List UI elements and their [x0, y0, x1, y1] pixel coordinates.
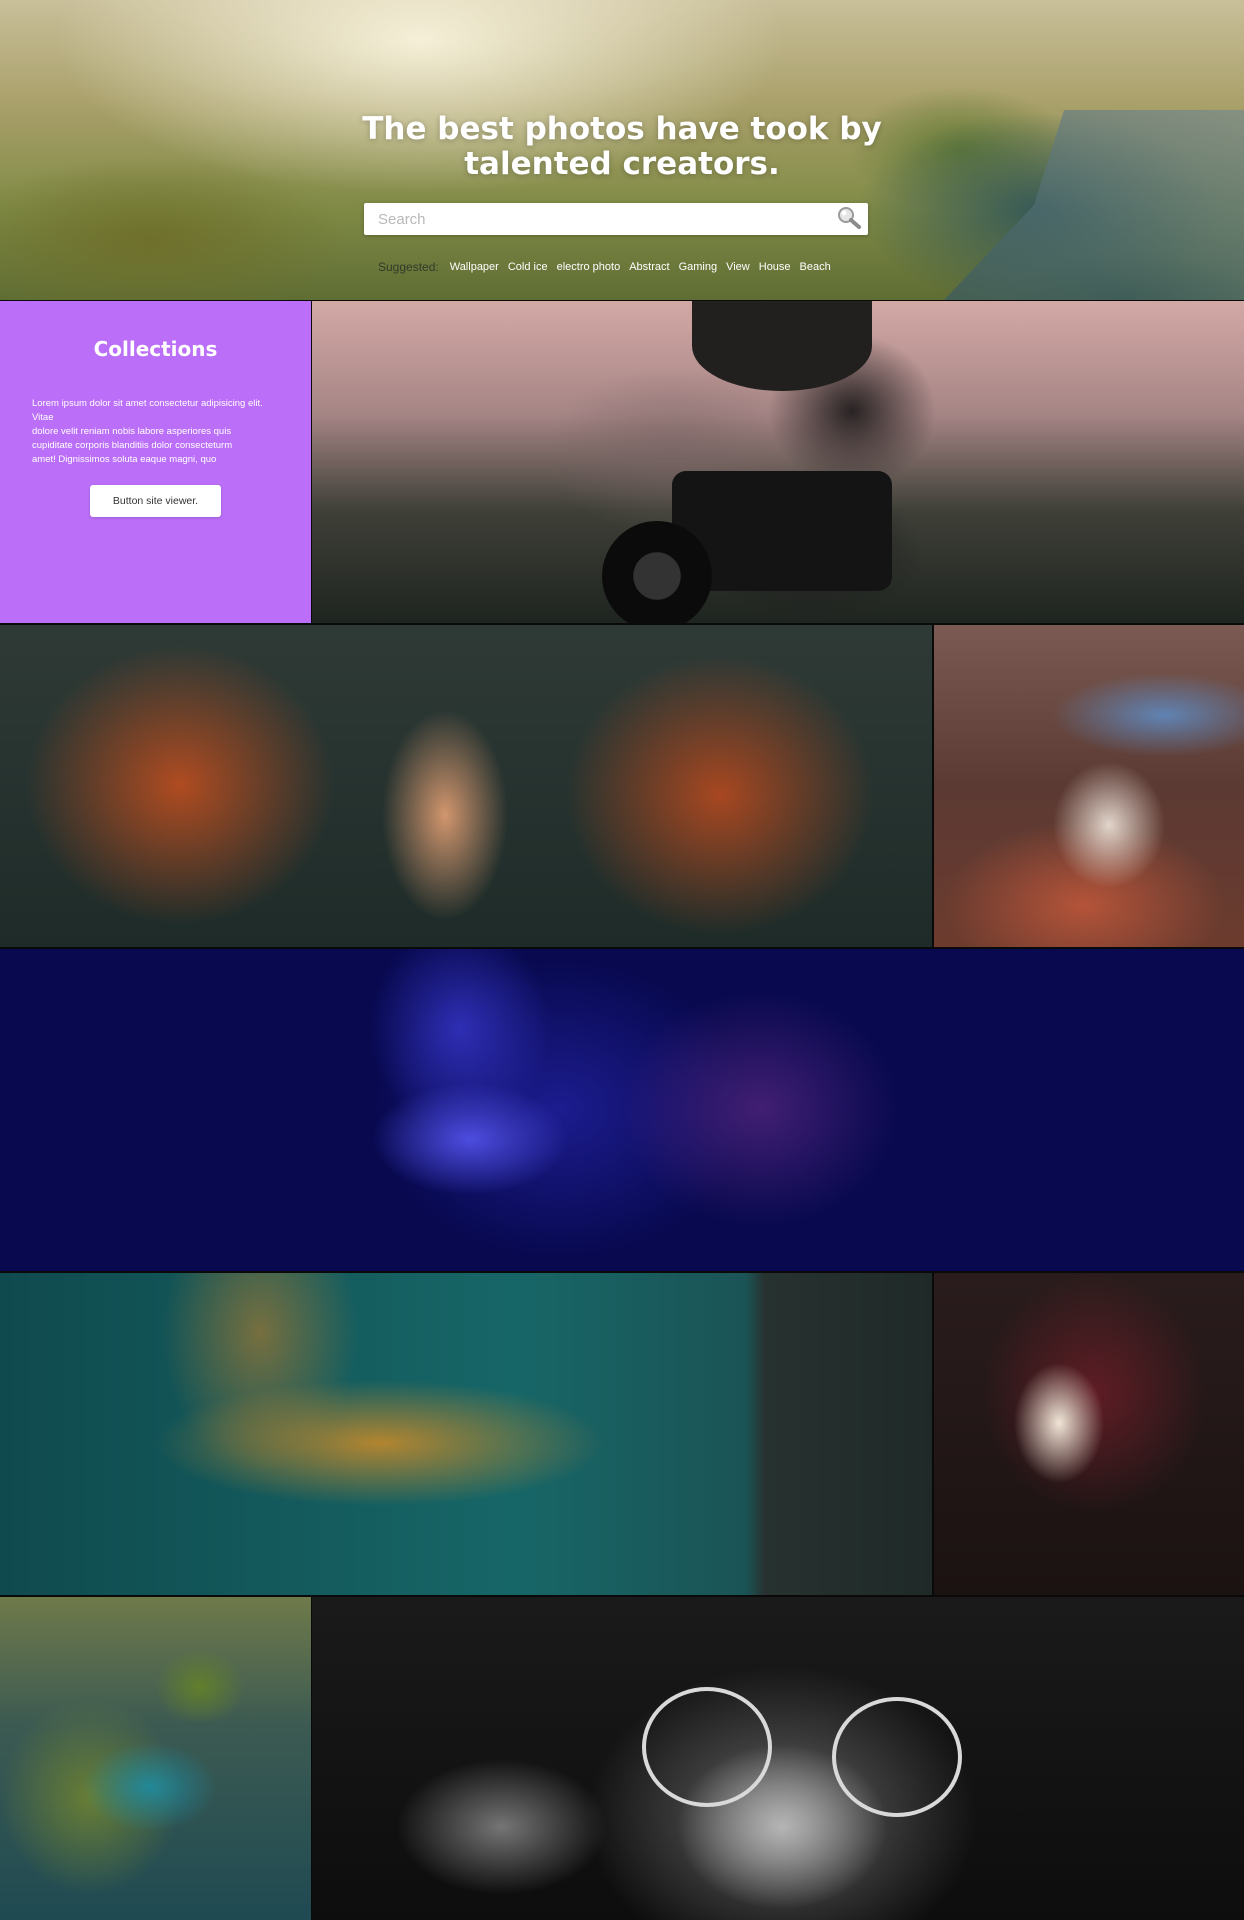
photo-detail-lens — [602, 521, 712, 623]
hero-title-line1: The best photos have took by — [362, 111, 882, 147]
site-viewer-button[interactable]: Button site viewer. — [90, 485, 221, 517]
photo-detail-left-lens — [642, 1687, 772, 1807]
gallery-photo-floating-queen-card[interactable] — [934, 1273, 1244, 1595]
suggested-label: Suggested: — [378, 260, 439, 274]
collections-description-line: cupiditate corporis blanditiis dolor con… — [32, 440, 233, 451]
collections-card: Collections Lorem ipsum dolor sit amet c… — [0, 301, 311, 623]
gallery-photo-hand-in-leaves[interactable] — [0, 625, 932, 947]
tag-gaming[interactable]: Gaming — [679, 261, 718, 273]
collections-description-line: dolore velit reniam nobis labore asperio… — [32, 426, 232, 437]
tag-cold-ice[interactable]: Cold ice — [508, 261, 548, 273]
hero-title: The best photos have took by talented cr… — [0, 112, 1244, 182]
tag-abstract[interactable]: Abstract — [629, 261, 669, 273]
tag-view[interactable]: View — [726, 261, 750, 273]
gallery-photo-larch-branch-lake[interactable] — [0, 1273, 932, 1595]
search-icon — [838, 207, 861, 229]
photo-detail-right-lens — [832, 1697, 962, 1817]
tag-beach[interactable]: Beach — [800, 261, 831, 273]
gallery-photo-photographer-with-camera[interactable] — [312, 301, 1244, 623]
search-button[interactable] — [834, 205, 864, 233]
hero-banner: The best photos have took by talented cr… — [0, 0, 1244, 300]
gallery-photo-woman-round-glasses[interactable] — [312, 1597, 1244, 1920]
tag-wallpaper[interactable]: Wallpaper — [450, 261, 499, 273]
collections-description: Lorem ipsum dolor sit amet consectetur a… — [32, 397, 282, 467]
search-bar — [364, 203, 868, 235]
collections-description-line: amet! Dignissimos soluta eaque magni, qu… — [32, 454, 217, 465]
hero-title-line2: talented creators. — [464, 146, 780, 182]
collections-description-line: Lorem ipsum dolor sit amet consectetur a… — [32, 398, 263, 423]
tag-house[interactable]: House — [759, 261, 791, 273]
suggested-tags: Suggested: Wallpaper Cold ice electro ph… — [378, 259, 831, 275]
gallery-photo-blue-lips-glitter[interactable] — [0, 949, 1244, 1271]
collections-title: Collections — [93, 337, 218, 361]
tag-electro-photo[interactable]: electro photo — [557, 261, 621, 273]
photo-detail-hat — [692, 301, 872, 391]
gallery-photo-aerial-island-coast[interactable] — [0, 1597, 311, 1920]
search-input[interactable] — [364, 203, 824, 235]
gallery-photo-neon-mask-cards[interactable] — [934, 625, 1244, 947]
